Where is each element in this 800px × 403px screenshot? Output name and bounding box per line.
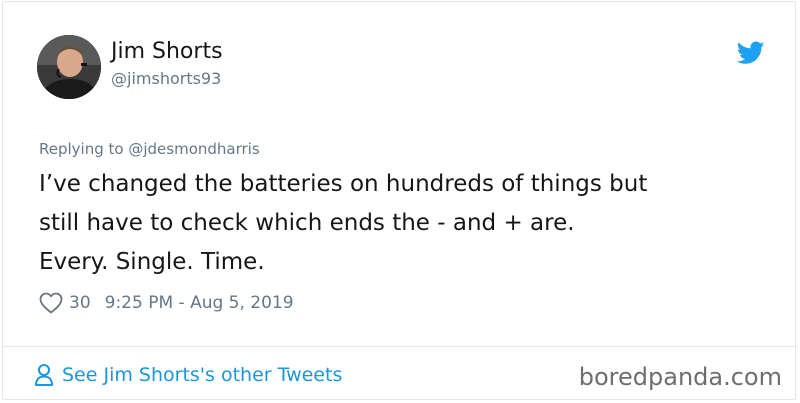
avatar[interactable] xyxy=(37,35,101,99)
replying-to-mention[interactable]: @jdesmondharris xyxy=(128,140,259,158)
person-icon xyxy=(35,364,53,386)
see-other-tweets-label[interactable]: See Jim Shorts's other Tweets xyxy=(62,361,342,389)
tweet-card: Jim Shorts @jimshorts93 Replying to @jde… xyxy=(2,1,796,400)
like-count[interactable]: 30 xyxy=(69,291,91,315)
tweet-text-line: still have to check which ends the - and… xyxy=(39,210,575,236)
heart-icon[interactable] xyxy=(39,292,63,314)
see-other-tweets-link[interactable]: See Jim Shorts's other Tweets xyxy=(34,361,342,389)
tweet-text: I’ve changed the batteries on hundreds o… xyxy=(39,165,647,282)
tweet-meta: 30 9:25 PM - Aug 5, 2019 xyxy=(39,291,294,315)
twitter-bird-icon[interactable] xyxy=(737,41,765,65)
tweet-timestamp[interactable]: 9:25 PM - Aug 5, 2019 xyxy=(105,291,294,315)
boredpanda-watermark: boredpanda.com xyxy=(578,363,782,391)
tweet-text-line: Every. Single. Time. xyxy=(39,249,265,275)
author-display-name[interactable]: Jim Shorts xyxy=(111,38,223,66)
replying-to-prefix: Replying to xyxy=(39,140,129,158)
avatar-image xyxy=(37,35,101,99)
footer-divider xyxy=(2,346,798,347)
replying-to: Replying to @jdesmondharris xyxy=(39,139,260,159)
author-handle[interactable]: @jimshorts93 xyxy=(111,69,221,89)
tweet-text-line: I’ve changed the batteries on hundreds o… xyxy=(39,171,648,197)
